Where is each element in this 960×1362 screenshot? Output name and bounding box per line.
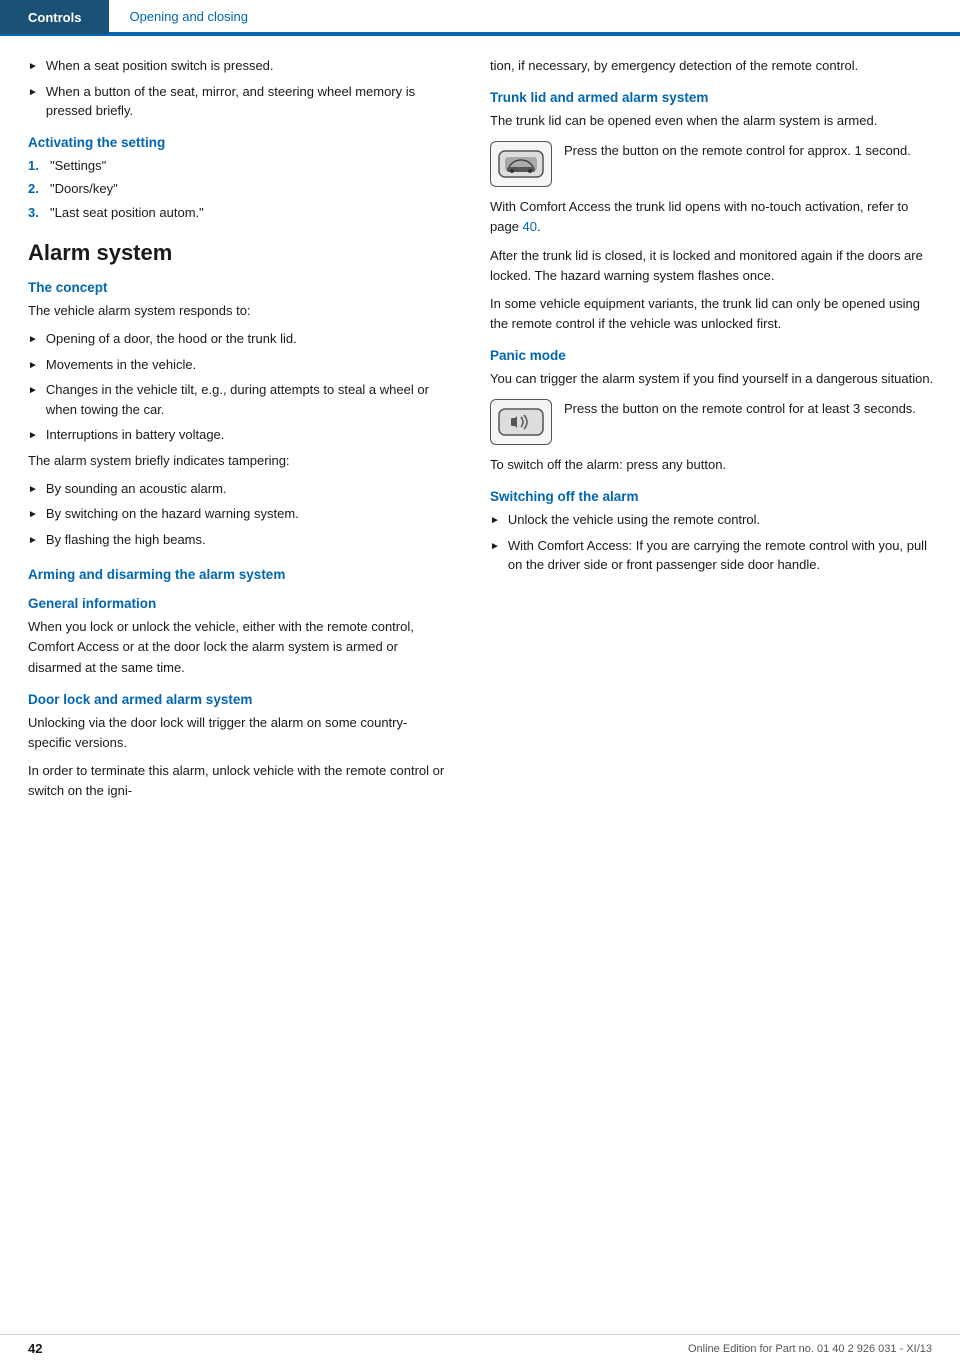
bullet-icon: ► xyxy=(28,358,38,375)
list-item: ► Movements in the vehicle. xyxy=(28,355,446,375)
concept-bullet-1: Opening of a door, the hood or the trunk… xyxy=(46,329,297,349)
left-column: ► When a seat position switch is pressed… xyxy=(0,56,470,809)
general-info-para: When you lock or unlock the vehicle, eit… xyxy=(28,617,446,677)
bullet-icon: ► xyxy=(28,383,38,419)
concept-bullet-4: Interruptions in battery voltage. xyxy=(46,425,225,445)
concept-heading: The concept xyxy=(28,280,446,295)
door-lock-para-2: In order to terminate this alarm, unlock… xyxy=(28,761,446,801)
page-link[interactable]: 40 xyxy=(523,219,537,234)
page-header: Controls Opening and closing xyxy=(0,0,960,36)
list-item: ► By switching on the hazard warning sys… xyxy=(28,504,446,524)
list-item: ► When a seat position switch is pressed… xyxy=(28,56,446,76)
concept-bullet-3: Changes in the vehicle tilt, e.g., durin… xyxy=(46,380,446,419)
trunk-lid-heading: Trunk lid and armed alarm system xyxy=(490,90,936,105)
list-item: 2. "Doors/key" xyxy=(28,179,446,199)
list-item: ► With Comfort Access: If you are carryi… xyxy=(490,536,936,575)
step-number: 1. xyxy=(28,156,44,176)
bullet-icon: ► xyxy=(28,332,38,349)
trunk-lid-para-4: In some vehicle equipment variants, the … xyxy=(490,294,936,334)
list-item: ► Changes in the vehicle tilt, e.g., dur… xyxy=(28,380,446,419)
door-lock-para-1: Unlocking via the door lock will trigger… xyxy=(28,713,446,753)
intro-bullet-2: When a button of the seat, mirror, and s… xyxy=(46,82,446,121)
bullet-icon: ► xyxy=(490,539,500,575)
bullet-icon: ► xyxy=(490,513,500,530)
trunk-lid-icon-text: Press the button on the remote control f… xyxy=(564,141,911,161)
bullet-icon: ► xyxy=(28,59,38,76)
step-3-text: "Last seat position autom." xyxy=(50,203,204,223)
door-lock-heading: Door lock and armed alarm system xyxy=(28,692,446,707)
step-number: 3. xyxy=(28,203,44,223)
panic-icon-box: Press the button on the remote control f… xyxy=(490,399,936,445)
switching-bullet-2: With Comfort Access: If you are carrying… xyxy=(508,536,936,575)
trunk-lid-icon-box: Press the button on the remote control f… xyxy=(490,141,936,187)
concept-bullet-2: Movements in the vehicle. xyxy=(46,355,196,375)
panic-remote-icon xyxy=(490,399,552,445)
switching-bullet-1: Unlock the vehicle using the remote cont… xyxy=(508,510,760,530)
bullet-icon: ► xyxy=(28,533,38,550)
right-column: tion, if necessary, by emergency detecti… xyxy=(470,56,960,809)
panic-para-1: You can trigger the alarm system if you … xyxy=(490,369,936,389)
page-footer: 42 Online Edition for Part no. 01 40 2 9… xyxy=(0,1334,960,1362)
list-item: ► When a button of the seat, mirror, and… xyxy=(28,82,446,121)
tampering-intro: The alarm system briefly indicates tampe… xyxy=(28,451,446,471)
step-2-text: "Doors/key" xyxy=(50,179,118,199)
trunk-lid-para-1: The trunk lid can be opened even when th… xyxy=(490,111,936,131)
panic-icon-text: Press the button on the remote control f… xyxy=(564,399,916,419)
copyright-text: Online Edition for Part no. 01 40 2 926 … xyxy=(688,1343,932,1355)
activating-heading: Activating the setting xyxy=(28,135,446,150)
bullet-icon: ► xyxy=(28,482,38,499)
tab-opening-closing[interactable]: Opening and closing xyxy=(109,0,960,34)
tampering-bullet-1: By sounding an acoustic alarm. xyxy=(46,479,227,499)
concept-intro: The vehicle alarm system responds to: xyxy=(28,301,446,321)
page-number: 42 xyxy=(28,1341,42,1356)
list-item: ► Interruptions in battery voltage. xyxy=(28,425,446,445)
ignition-text: tion, if necessary, by emergency detecti… xyxy=(490,56,936,76)
list-item: ► Opening of a door, the hood or the tru… xyxy=(28,329,446,349)
list-item: ► Unlock the vehicle using the remote co… xyxy=(490,510,936,530)
tab-controls[interactable]: Controls xyxy=(0,0,109,34)
list-item: ► By sounding an acoustic alarm. xyxy=(28,479,446,499)
bullet-icon: ► xyxy=(28,507,38,524)
trunk-remote-icon xyxy=(490,141,552,187)
tab-opening-closing-label: Opening and closing xyxy=(129,9,248,24)
trunk-lid-para-3: After the trunk lid is closed, it is loc… xyxy=(490,246,936,286)
tampering-bullet-3: By flashing the high beams. xyxy=(46,530,206,550)
tab-controls-label: Controls xyxy=(28,10,81,25)
panic-heading: Panic mode xyxy=(490,348,936,363)
list-item: 3. "Last seat position autom." xyxy=(28,203,446,223)
bullet-icon: ► xyxy=(28,85,38,121)
main-content: ► When a seat position switch is pressed… xyxy=(0,36,960,849)
intro-bullet-1: When a seat position switch is pressed. xyxy=(46,56,274,76)
alarm-system-heading: Alarm system xyxy=(28,240,446,266)
step-1-text: "Settings" xyxy=(50,156,106,176)
general-info-heading: General information xyxy=(28,596,446,611)
list-item: 1. "Settings" xyxy=(28,156,446,176)
tampering-bullet-2: By switching on the hazard warning syste… xyxy=(46,504,299,524)
arming-heading: Arming and disarming the alarm system xyxy=(28,567,446,582)
step-number: 2. xyxy=(28,179,44,199)
list-item: ► By flashing the high beams. xyxy=(28,530,446,550)
bullet-icon: ► xyxy=(28,428,38,445)
trunk-lid-para-2: With Comfort Access the trunk lid opens … xyxy=(490,197,936,237)
switching-heading: Switching off the alarm xyxy=(490,489,936,504)
panic-para-2: To switch off the alarm: press any butto… xyxy=(490,455,936,475)
